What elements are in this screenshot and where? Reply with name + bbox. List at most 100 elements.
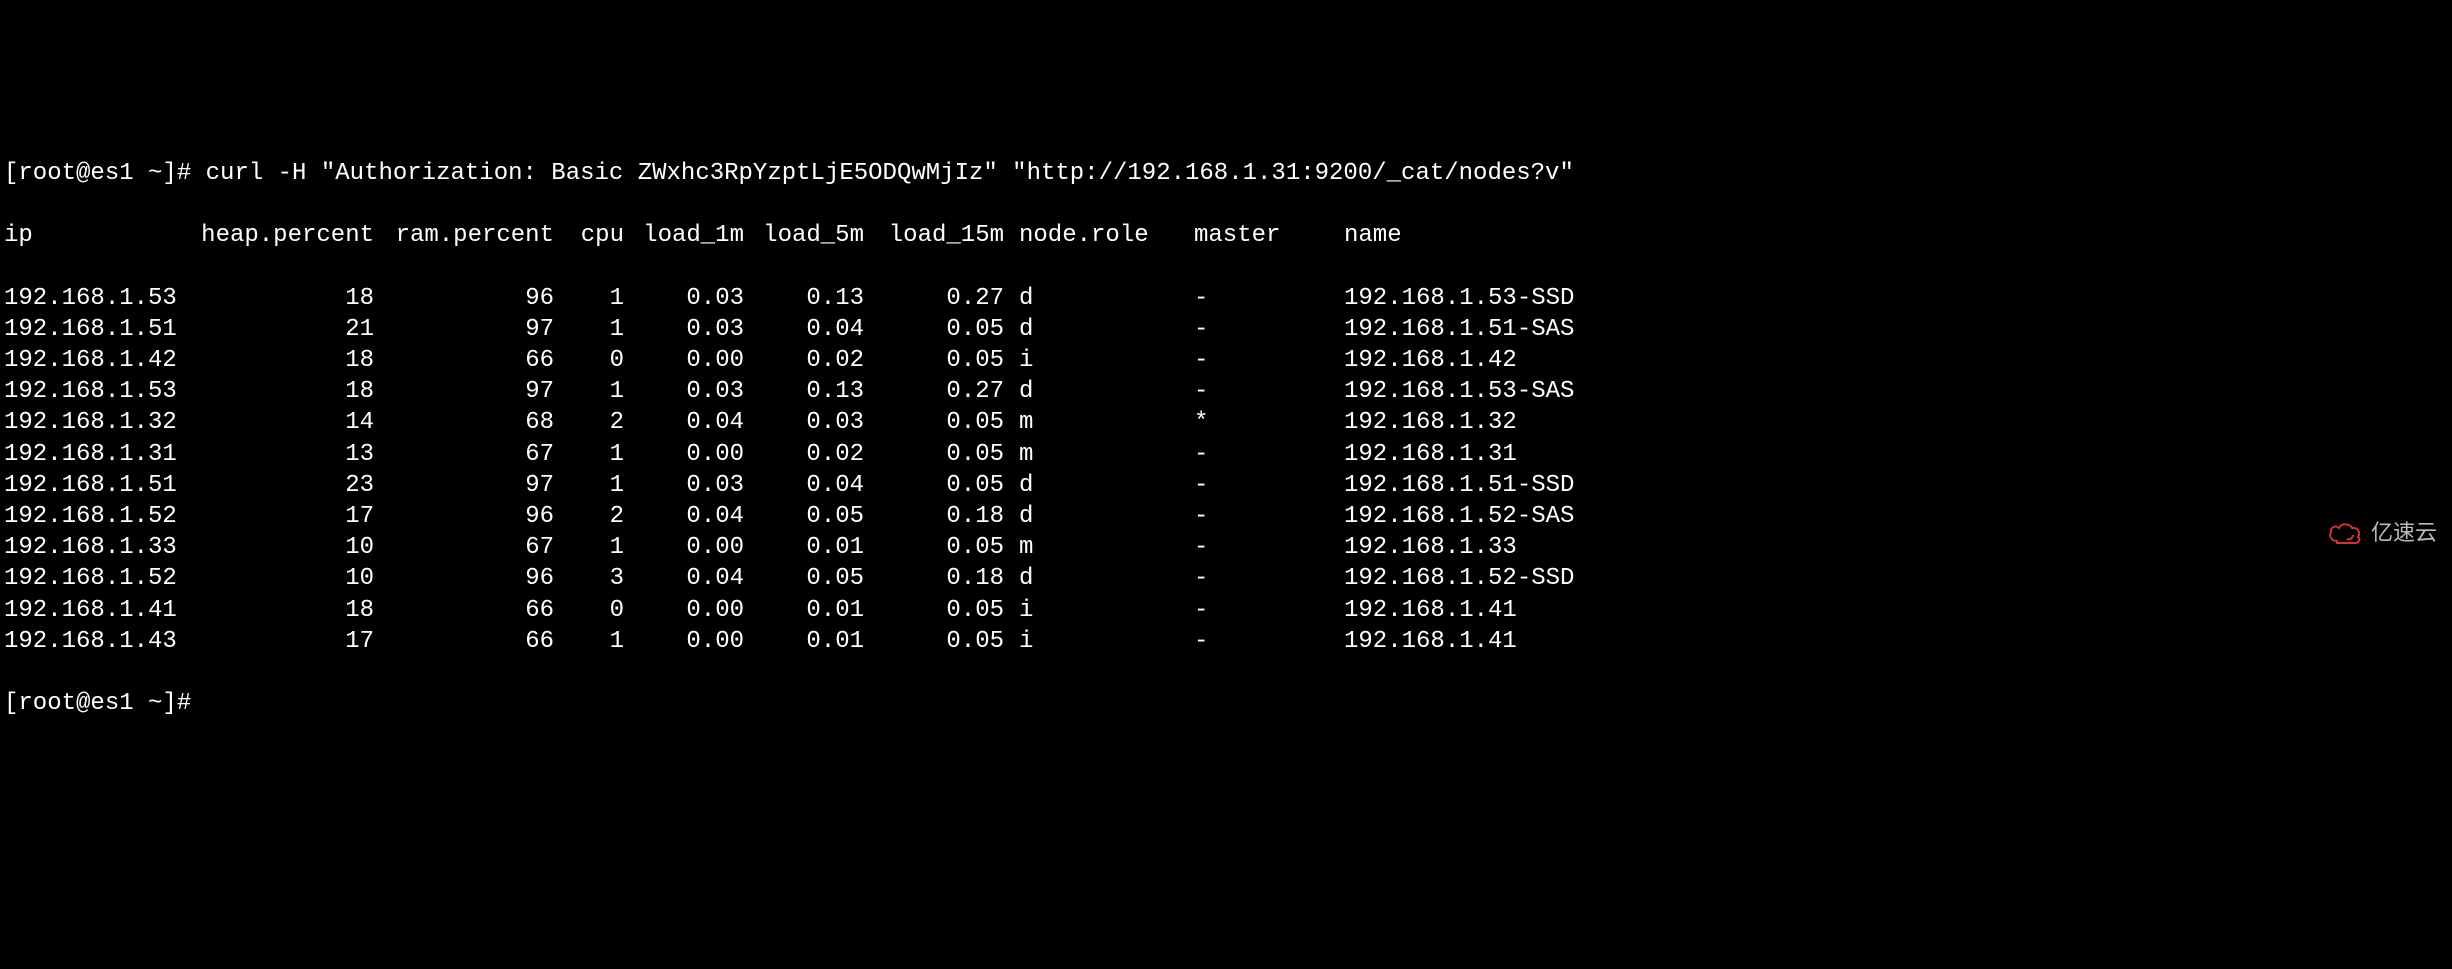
cell-load1m: 0.03 — [624, 376, 744, 407]
table-row: 192.168.1.51219710.030.040.05d-192.168.1… — [4, 314, 2448, 345]
cell-load1m: 0.04 — [624, 563, 744, 594]
cell-role: d — [1004, 501, 1164, 532]
cell-load15m: 0.05 — [864, 470, 1004, 501]
cell-load1m: 0.00 — [624, 595, 744, 626]
cell-master: - — [1164, 314, 1314, 345]
cell-heap: 13 — [194, 439, 374, 470]
cell-load5m: 0.02 — [744, 345, 864, 376]
cell-role: d — [1004, 314, 1164, 345]
cell-ram: 68 — [374, 407, 554, 438]
cell-heap: 17 — [194, 501, 374, 532]
cell-cpu: 2 — [554, 501, 624, 532]
cell-cpu: 3 — [554, 563, 624, 594]
cell-heap: 14 — [194, 407, 374, 438]
table-row: 192.168.1.42186600.000.020.05i-192.168.1… — [4, 345, 2448, 376]
cell-load15m: 0.05 — [864, 595, 1004, 626]
cell-name: 192.168.1.42 — [1314, 345, 2448, 376]
cell-ip: 192.168.1.51 — [4, 314, 194, 345]
cell-master: - — [1164, 376, 1314, 407]
cell-ip: 192.168.1.31 — [4, 439, 194, 470]
cell-name: 192.168.1.32 — [1314, 407, 2448, 438]
header-load5m: load_5m — [744, 220, 864, 251]
table-row: 192.168.1.53189710.030.130.27d-192.168.1… — [4, 376, 2448, 407]
table-row: 192.168.1.31136710.000.020.05m-192.168.1… — [4, 439, 2448, 470]
cell-name: 192.168.1.41 — [1314, 595, 2448, 626]
cell-load5m: 0.04 — [744, 314, 864, 345]
cell-load5m: 0.01 — [744, 595, 864, 626]
cell-load5m: 0.13 — [744, 283, 864, 314]
table-row: 192.168.1.32146820.040.030.05m*192.168.1… — [4, 407, 2448, 438]
cell-role: m — [1004, 439, 1164, 470]
cell-heap: 10 — [194, 532, 374, 563]
cell-name: 192.168.1.51-SSD — [1314, 470, 2448, 501]
cell-master: - — [1164, 626, 1314, 657]
cell-role: m — [1004, 532, 1164, 563]
cell-ram: 97 — [374, 470, 554, 501]
cell-cpu: 1 — [554, 439, 624, 470]
cell-ip: 192.168.1.32 — [4, 407, 194, 438]
cell-heap: 18 — [194, 376, 374, 407]
cell-name: 192.168.1.52-SSD — [1314, 563, 2448, 594]
cell-heap: 18 — [194, 345, 374, 376]
cell-load1m: 0.00 — [624, 345, 744, 376]
cell-ram: 96 — [374, 563, 554, 594]
header-master: master — [1164, 220, 1314, 251]
cell-heap: 18 — [194, 595, 374, 626]
cell-cpu: 2 — [554, 407, 624, 438]
cell-load5m: 0.13 — [744, 376, 864, 407]
cell-cpu: 1 — [554, 470, 624, 501]
cell-ip: 192.168.1.33 — [4, 532, 194, 563]
cell-heap: 23 — [194, 470, 374, 501]
cell-ram: 66 — [374, 626, 554, 657]
cell-load15m: 0.27 — [864, 376, 1004, 407]
cell-load1m: 0.00 — [624, 626, 744, 657]
cell-load15m: 0.18 — [864, 563, 1004, 594]
table-row: 192.168.1.41186600.000.010.05i-192.168.1… — [4, 595, 2448, 626]
cell-ram: 96 — [374, 501, 554, 532]
cell-master: - — [1164, 595, 1314, 626]
cell-master: - — [1164, 563, 1314, 594]
cell-master: - — [1164, 470, 1314, 501]
cell-load15m: 0.27 — [864, 283, 1004, 314]
cell-cpu: 1 — [554, 626, 624, 657]
cell-cpu: 0 — [554, 595, 624, 626]
cell-load1m: 0.03 — [624, 470, 744, 501]
cell-name: 192.168.1.33 — [1314, 532, 2448, 563]
cell-ram: 66 — [374, 345, 554, 376]
cell-load1m: 0.00 — [624, 439, 744, 470]
cell-ram: 97 — [374, 314, 554, 345]
cell-name: 192.168.1.41 — [1314, 626, 2448, 657]
cell-heap: 17 — [194, 626, 374, 657]
header-ram: ram.percent — [374, 220, 554, 251]
cell-load1m: 0.04 — [624, 501, 744, 532]
cell-heap: 18 — [194, 283, 374, 314]
cell-load15m: 0.05 — [864, 532, 1004, 563]
curl-command: curl -H "Authorization: Basic ZWxhc3RpYz… — [206, 160, 1574, 187]
cell-ip: 192.168.1.52 — [4, 563, 194, 594]
cell-role: d — [1004, 563, 1164, 594]
cell-cpu: 0 — [554, 345, 624, 376]
cell-load15m: 0.18 — [864, 501, 1004, 532]
cell-role: i — [1004, 626, 1164, 657]
cell-ram: 67 — [374, 532, 554, 563]
terminal-output[interactable]: [root@es1 ~]# curl -H "Authorization: Ba… — [4, 127, 2448, 751]
cell-master: - — [1164, 532, 1314, 563]
cell-ip: 192.168.1.53 — [4, 283, 194, 314]
cell-role: d — [1004, 376, 1164, 407]
shell-prompt-end: [root@es1 ~]# — [4, 688, 2448, 719]
cell-heap: 10 — [194, 563, 374, 594]
cell-role: d — [1004, 283, 1164, 314]
cell-cpu: 1 — [554, 532, 624, 563]
header-load15m: load_15m — [864, 220, 1004, 251]
cell-role: i — [1004, 595, 1164, 626]
header-name: name — [1314, 220, 2448, 251]
cell-name: 192.168.1.53-SAS — [1314, 376, 2448, 407]
cell-name: 192.168.1.31 — [1314, 439, 2448, 470]
cell-ip: 192.168.1.52 — [4, 501, 194, 532]
cell-cpu: 1 — [554, 376, 624, 407]
cell-load15m: 0.05 — [864, 407, 1004, 438]
cell-load5m: 0.05 — [744, 501, 864, 532]
watermark: 亿速云 — [2325, 519, 2437, 548]
cell-load5m: 0.02 — [744, 439, 864, 470]
cell-ip: 192.168.1.51 — [4, 470, 194, 501]
